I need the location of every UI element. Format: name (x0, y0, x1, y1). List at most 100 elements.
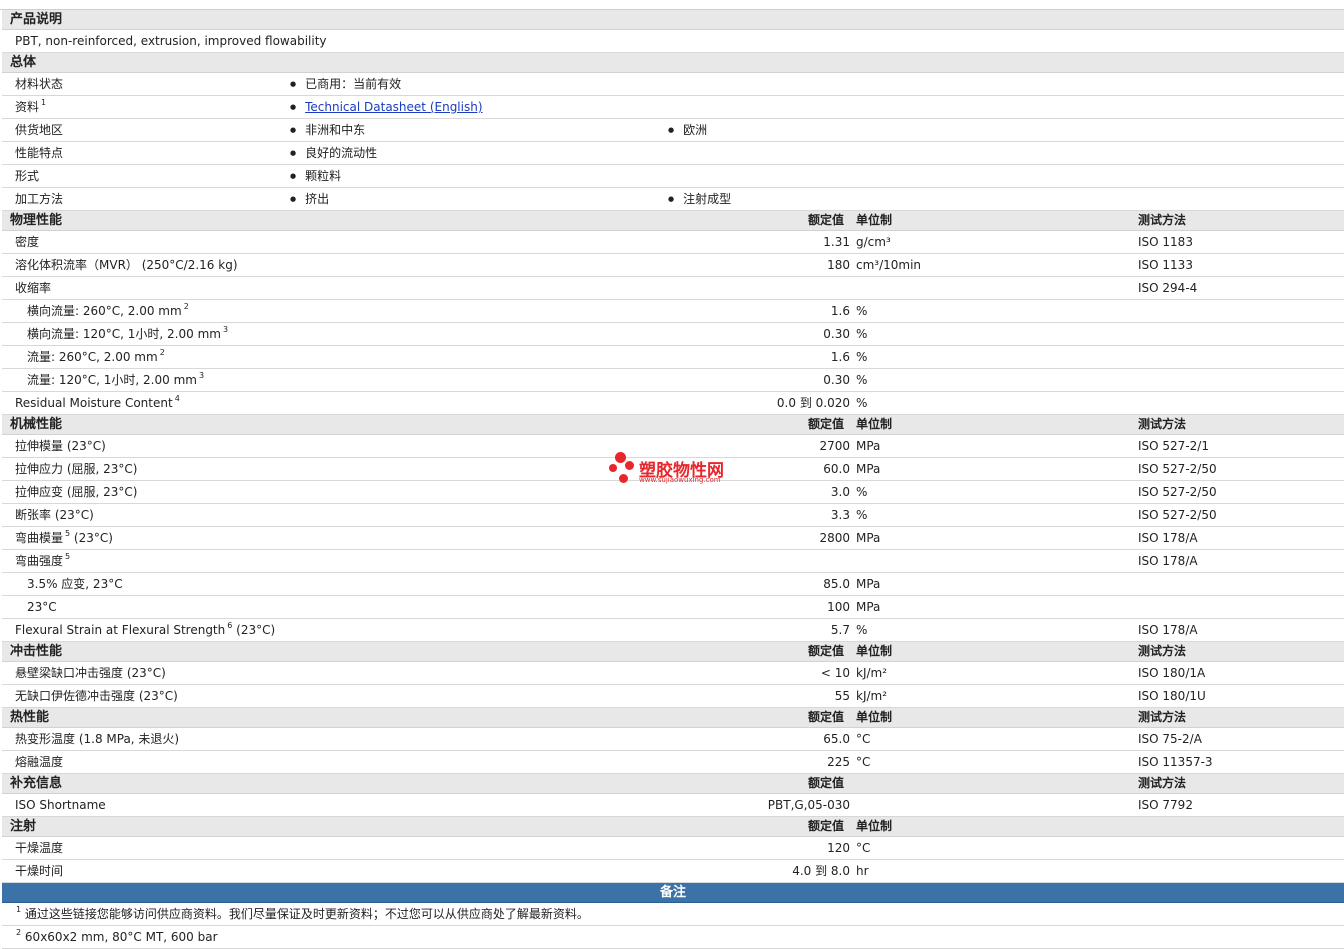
features-label: 性能特点 (15, 146, 64, 160)
property-row: 流量: 260°C, 2.00 mm 2 1.6% (2, 346, 1344, 369)
nominal-value: < 10 (820, 666, 850, 680)
process-label: 加工方法 (15, 192, 64, 206)
nominal-value: PBT,G,05-030 (767, 798, 850, 812)
header-unit: 单位制 (856, 417, 893, 431)
property-label-suffix: (23°C) (70, 531, 113, 545)
supplemental-rows: ISO Shortname PBT,G,05-030 ISO 7792 (2, 794, 1344, 817)
logo-dot-icon (625, 461, 634, 470)
header-unit: 单位制 (856, 213, 893, 227)
note-text: 1 通过这些链接您能够访问供应商资料。我们尽量保证及时更新资料；不过您可以从供应… (14, 903, 589, 925)
property-label-text: 弯曲模量 (15, 531, 64, 545)
section-title: 注射 (10, 819, 37, 834)
property-label-text: 横向流量: 120°C, 1小时, 2.00 mm (27, 327, 221, 341)
footnote-ref: 3 (198, 371, 205, 380)
property-row: 弯曲模量 5 (23°C) 2800 MPa ISO 178/A (2, 527, 1344, 550)
features-value: 良好的流动性 (290, 142, 377, 166)
property-label-text: Flexural Strain at Flexural Strength (15, 623, 226, 637)
property-row: 收缩率 ISO 294-4 (2, 277, 1344, 300)
property-row: 悬壁梁缺口冲击强度 (23°C) < 10 kJ/m² ISO 180/1A (2, 662, 1344, 685)
watermark-logo: 塑胶物性网 www.sujiaowuxing.com (607, 452, 747, 486)
header-nominal: 额定值 (808, 819, 845, 833)
unit-value: °C (856, 755, 871, 769)
property-label: 熔融温度 (15, 751, 63, 773)
note-number: 1 (16, 905, 22, 914)
header-unit: 单位制 (856, 819, 893, 833)
form-value: 颗粒料 (290, 165, 341, 189)
test-method: ISO 527-2/50 (1138, 485, 1217, 499)
property-label: 热变形温度 (1.8 MPa, 未退火) (15, 728, 179, 750)
process-value-1: 挤出 (290, 188, 329, 212)
note-row: 1 通过这些链接您能够访问供应商资料。我们尽量保证及时更新资料；不过您可以从供应… (2, 903, 1344, 926)
property-label-text: 拉伸应变 (屈服, 23°C) (15, 485, 138, 499)
property-label-text: 弯曲强度 (15, 554, 64, 568)
property-label-text: 热变形温度 (1.8 MPa, 未退火) (15, 732, 180, 746)
general-row-process: 加工方法 挤出 注射成型 (2, 188, 1344, 211)
nominal-value: 2800 (819, 531, 850, 545)
section-impact: 冲击性能 额定值 单位制 测试方法 (2, 642, 1344, 662)
technical-datasheet-link[interactable]: Technical Datasheet (English) (305, 100, 482, 114)
header-test: 测试方法 (1138, 417, 1187, 431)
header-test: 测试方法 (1138, 644, 1187, 658)
property-row: 横向流量: 120°C, 1小时, 2.00 mm 3 0.30% (2, 323, 1344, 346)
footnote-ref: 2 (183, 302, 189, 311)
nominal-value: 85.0 (823, 577, 850, 591)
test-method: ISO 178/A (1138, 623, 1198, 637)
note-text: 2 60x60x2 mm, 80°C MT, 600 bar (14, 926, 218, 948)
property-label: 拉伸应变 (屈服, 23°C) (15, 481, 137, 503)
general-row-docs: 资料1 Technical Datasheet (English) (2, 96, 1344, 119)
process-value-2: 注射成型 (668, 188, 731, 212)
nominal-value: 0.0 到 0.020 (776, 396, 850, 410)
unit-value: MPa (856, 531, 881, 545)
property-row: Flexural Strain at Flexural Strength 6 (2… (2, 619, 1344, 642)
status-value: 已商用：当前有效 (290, 73, 401, 97)
general-row-features: 性能特点 良好的流动性 (2, 142, 1344, 165)
property-label: 密度 (15, 231, 39, 253)
note-body: 通过这些链接您能够访问供应商资料。我们尽量保证及时更新资料；不过您可以从供应商处… (24, 907, 589, 921)
property-row: 干燥温度 120 °C (2, 837, 1344, 860)
impact-rows: 悬壁梁缺口冲击强度 (23°C) < 10 kJ/m² ISO 180/1A 无缺口伊佐… (2, 662, 1344, 708)
property-label: 悬壁梁缺口冲击强度 (23°C) (15, 662, 166, 684)
nominal-value: 225 (827, 755, 850, 769)
nominal-value: 5.7 (830, 623, 850, 637)
property-label: 拉伸应力 (屈服, 23°C) (15, 458, 137, 480)
unit-value: % (856, 373, 868, 387)
test-method: ISO 75-2/A (1138, 732, 1202, 746)
property-label-text: 收缩率 (15, 281, 52, 295)
test-method: ISO 180/1A (1138, 666, 1206, 680)
nominal-value: 55 (834, 689, 850, 703)
property-label-text: 干燥时间 (15, 864, 64, 878)
footnote-ref: 6 (227, 621, 233, 630)
footnote-ref: 5 (65, 529, 71, 538)
property-row: Residual Moisture Content 4 0.0 到 0.020% (2, 392, 1344, 415)
property-label-text: 无缺口伊佐德冲击强度 (23°C) (15, 689, 178, 703)
note-body: 60x60x2 mm, 80°C MT, 600 bar (24, 930, 218, 944)
region-label: 供货地区 (15, 123, 64, 137)
docs-label: 资料 1 (15, 98, 47, 114)
property-label-text: 溶化体积流率（MVR） (250°C/2.16 kg) (15, 258, 238, 272)
unit-value: kJ/m² (856, 666, 888, 680)
test-method: ISO 1133 (1138, 258, 1193, 272)
property-label-text: 断张率 (23°C) (15, 508, 94, 522)
property-row: 断张率 (23°C) 3.3% ISO 527-2/50 (2, 504, 1344, 527)
footnote-ref: 4 (174, 394, 180, 403)
section-title: 总体 (10, 55, 37, 70)
general-row-region: 供货地区 非洲和中东 欧洲 (2, 119, 1344, 142)
property-label: 断张率 (23°C) (15, 504, 94, 526)
property-row: 无缺口伊佐德冲击强度 (23°C) 55 kJ/m² ISO 180/1U (2, 685, 1344, 708)
test-method: ISO 7792 (1138, 798, 1193, 812)
description-row: PBT, non-reinforced, extrusion, improved… (2, 30, 1344, 53)
header-test: 测试方法 (1138, 213, 1187, 227)
unit-value: MPa (856, 439, 881, 453)
section-supplemental: 补充信息 额定值 测试方法 (2, 774, 1344, 794)
nominal-value: 0.30 (823, 327, 850, 341)
region-value-1: 非洲和中东 (290, 119, 365, 143)
section-thermal: 热性能 额定值 单位制 测试方法 (2, 708, 1344, 728)
nominal-value: 1.6 (830, 304, 850, 318)
nominal-value: 3.0 (830, 485, 850, 499)
note-number: 2 (16, 928, 22, 937)
test-method: ISO 178/A (1138, 531, 1198, 545)
header-nominal: 额定值 (808, 213, 845, 227)
description-text: PBT, non-reinforced, extrusion, improved… (15, 34, 327, 48)
section-title: 热性能 (10, 710, 50, 725)
property-row: ISO Shortname PBT,G,05-030 ISO 7792 (2, 794, 1344, 817)
